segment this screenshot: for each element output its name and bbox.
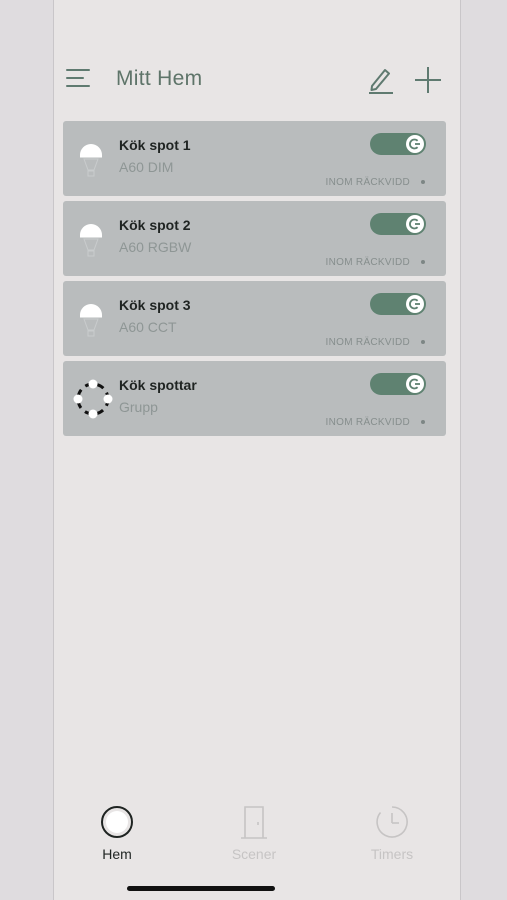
home-circle-icon <box>101 804 133 840</box>
power-icon <box>406 135 424 153</box>
plus-icon[interactable] <box>412 64 444 96</box>
status-dot <box>421 180 425 184</box>
status-dot <box>421 420 425 424</box>
device-type: Grupp <box>119 399 158 415</box>
device-name: Kök spot 2 <box>119 217 191 233</box>
status-dot <box>421 260 425 264</box>
device-card-kok-spot-3[interactable]: Kök spot 3 A60 CCT INOM RÄCKVIDD <box>63 281 446 356</box>
page-title: Mitt Hem <box>116 67 203 90</box>
status-dot <box>421 340 425 344</box>
reachability-status: INOM RÄCKVIDD <box>325 177 410 188</box>
device-card-kok-spot-1[interactable]: Kök spot 1 A60 DIM INOM RÄCKVIDD <box>63 121 446 196</box>
tab-hem[interactable]: Hem <box>67 798 167 868</box>
device-name: Kök spot 1 <box>119 137 191 153</box>
pencil-icon[interactable] <box>366 64 396 96</box>
device-card-kok-spottar[interactable]: Kök spottar Grupp INOM RÄCKVIDD <box>63 361 446 436</box>
power-icon <box>406 215 424 233</box>
light-bulb-icon <box>73 213 109 261</box>
light-bulb-icon <box>73 293 109 341</box>
reachability-status: INOM RÄCKVIDD <box>325 337 410 348</box>
tab-label: Scener <box>231 846 277 862</box>
tab-label: Hem <box>102 846 132 862</box>
tab-timers[interactable]: Timers <box>342 798 442 868</box>
tab-scener[interactable]: Scener <box>204 798 304 868</box>
device-type: A60 CCT <box>119 319 177 335</box>
device-name: Kök spot 3 <box>119 297 191 313</box>
group-circle-icon <box>73 373 113 421</box>
app-screen: Mitt Hem Kök spot 1 A60 DIM INOM RÄCKVID… <box>53 0 461 900</box>
power-toggle[interactable] <box>370 213 426 235</box>
door-icon <box>238 804 270 840</box>
home-indicator[interactable] <box>127 886 275 891</box>
power-icon <box>406 375 424 393</box>
power-toggle[interactable] <box>370 373 426 395</box>
tab-bar: Hem Scener Timers <box>54 798 460 868</box>
reachability-status: INOM RÄCKVIDD <box>325 417 410 428</box>
device-type: A60 DIM <box>119 159 174 175</box>
app-header: Mitt Hem <box>54 58 460 102</box>
tab-label: Timers <box>370 846 414 862</box>
device-type: A60 RGBW <box>119 239 192 255</box>
power-toggle[interactable] <box>370 293 426 315</box>
power-icon <box>406 295 424 313</box>
device-list: Kök spot 1 A60 DIM INOM RÄCKVIDD Kök spo… <box>63 121 447 441</box>
light-bulb-icon <box>73 133 109 181</box>
device-name: Kök spottar <box>119 377 197 393</box>
reachability-status: INOM RÄCKVIDD <box>325 257 410 268</box>
device-card-kok-spot-2[interactable]: Kök spot 2 A60 RGBW INOM RÄCKVIDD <box>63 201 446 276</box>
power-toggle[interactable] <box>370 133 426 155</box>
clock-icon <box>376 804 408 840</box>
hamburger-menu-icon[interactable] <box>64 66 94 92</box>
